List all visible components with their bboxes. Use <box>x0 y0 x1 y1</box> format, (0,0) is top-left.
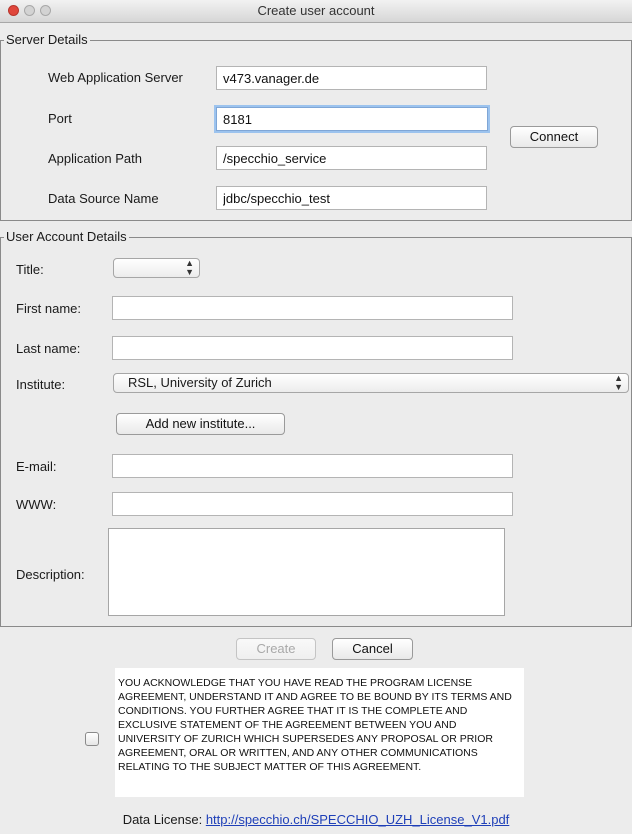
window-title: Create user account <box>257 3 375 18</box>
cancel-button[interactable]: Cancel <box>332 638 413 660</box>
select-arrows-icon: ▲ ▼ <box>185 258 194 277</box>
last-name-label: Last name: <box>16 341 81 356</box>
connect-button[interactable]: Connect <box>510 126 598 148</box>
web-app-server-field[interactable] <box>216 66 487 90</box>
add-new-institute-button[interactable]: Add new institute... <box>116 413 285 435</box>
last-name-field[interactable] <box>112 336 513 360</box>
title-select[interactable]: ▲ ▼ <box>113 258 200 278</box>
license-agreement-text: YOU ACKNOWLEDGE THAT YOU HAVE READ THE P… <box>118 677 512 773</box>
institute-select[interactable]: RSL, University of Zurich ▲ ▼ <box>113 373 629 393</box>
app-path-label: Application Path <box>48 151 142 166</box>
user-account-details-legend: User Account Details <box>4 229 129 244</box>
accept-license-checkbox[interactable] <box>85 732 99 746</box>
www-field[interactable] <box>112 492 513 516</box>
institute-label: Institute: <box>16 377 66 392</box>
select-arrows-icon: ▲ ▼ <box>614 373 623 392</box>
web-app-server-label: Web Application Server <box>48 70 183 85</box>
data-source-label: Data Source Name <box>48 191 159 206</box>
first-name-label: First name: <box>16 301 82 316</box>
description-label: Description: <box>16 567 85 582</box>
data-license-link[interactable]: http://specchio.ch/SPECCHIO_UZH_License_… <box>206 812 509 827</box>
app-path-field[interactable] <box>216 146 487 170</box>
server-details-legend: Server Details <box>4 32 90 47</box>
email-label: E-mail: <box>16 459 57 474</box>
data-source-field[interactable] <box>216 186 487 210</box>
port-field[interactable] <box>216 107 488 131</box>
description-textarea[interactable] <box>108 528 505 616</box>
institute-select-value: RSL, University of Zurich <box>128 375 272 390</box>
title-label: Title: <box>16 262 44 277</box>
data-license-line: Data License: http://specchio.ch/SPECCHI… <box>0 812 632 827</box>
create-button[interactable]: Create <box>236 638 316 660</box>
port-label: Port <box>48 111 72 126</box>
first-name-field[interactable] <box>112 296 513 320</box>
www-label: WWW: <box>16 497 57 512</box>
email-field[interactable] <box>112 454 513 478</box>
data-license-label: Data License: <box>122 812 203 827</box>
